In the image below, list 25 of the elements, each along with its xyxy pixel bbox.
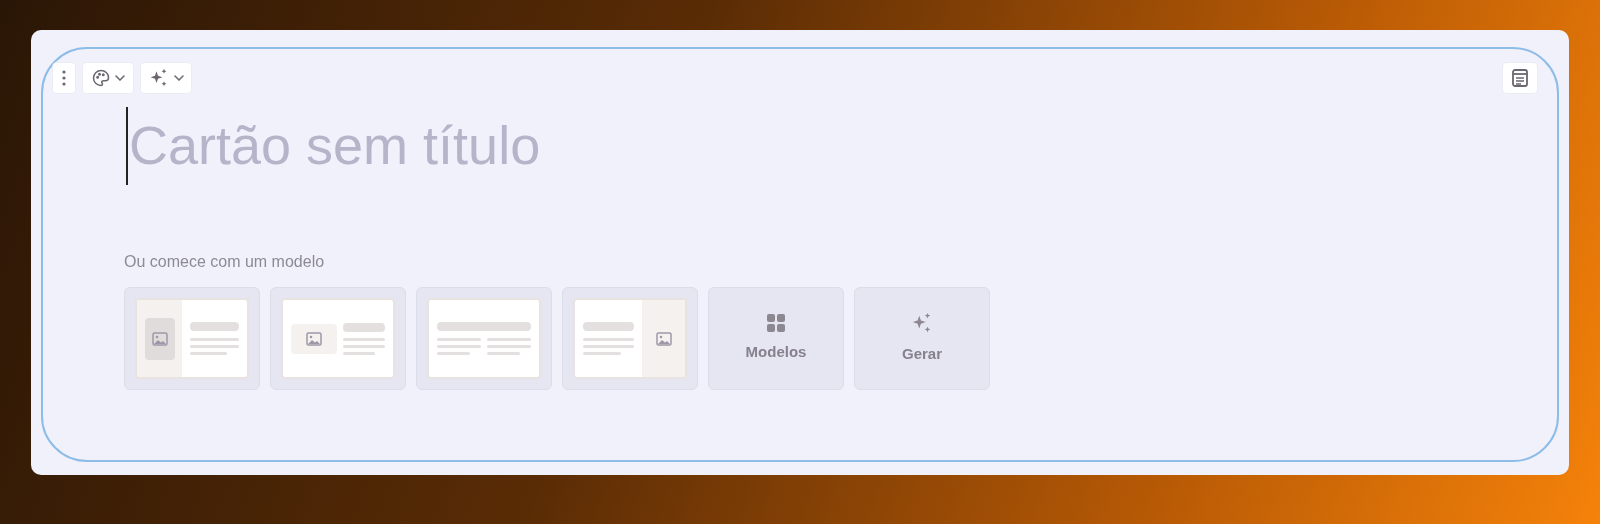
heading-line xyxy=(190,322,239,331)
heading-line xyxy=(583,322,634,331)
ai-button[interactable] xyxy=(141,63,191,93)
more-icon xyxy=(62,70,66,86)
template-action[interactable]: Gerar xyxy=(854,287,990,390)
template-option[interactable] xyxy=(270,287,406,390)
more-button[interactable] xyxy=(53,63,75,93)
template-option[interactable] xyxy=(562,287,698,390)
grid-icon xyxy=(767,313,785,332)
palette-icon xyxy=(91,69,110,87)
template-option[interactable] xyxy=(124,287,260,390)
title-field[interactable]: Cartão sem título xyxy=(128,105,828,186)
template-action[interactable]: Modelos xyxy=(708,287,844,390)
sparkle-icon xyxy=(911,311,933,334)
image-icon xyxy=(151,331,168,346)
theme-button[interactable] xyxy=(83,63,133,93)
image-icon xyxy=(655,331,672,346)
templates-label: Ou comece com um modelo xyxy=(124,252,326,272)
image-icon xyxy=(306,331,322,346)
chevron-icon xyxy=(114,75,125,81)
notes-button[interactable] xyxy=(1503,63,1537,93)
template-option[interactable] xyxy=(416,287,552,390)
document-icon xyxy=(1512,69,1528,87)
chevron-icon xyxy=(173,75,184,81)
heading-line xyxy=(343,322,385,332)
